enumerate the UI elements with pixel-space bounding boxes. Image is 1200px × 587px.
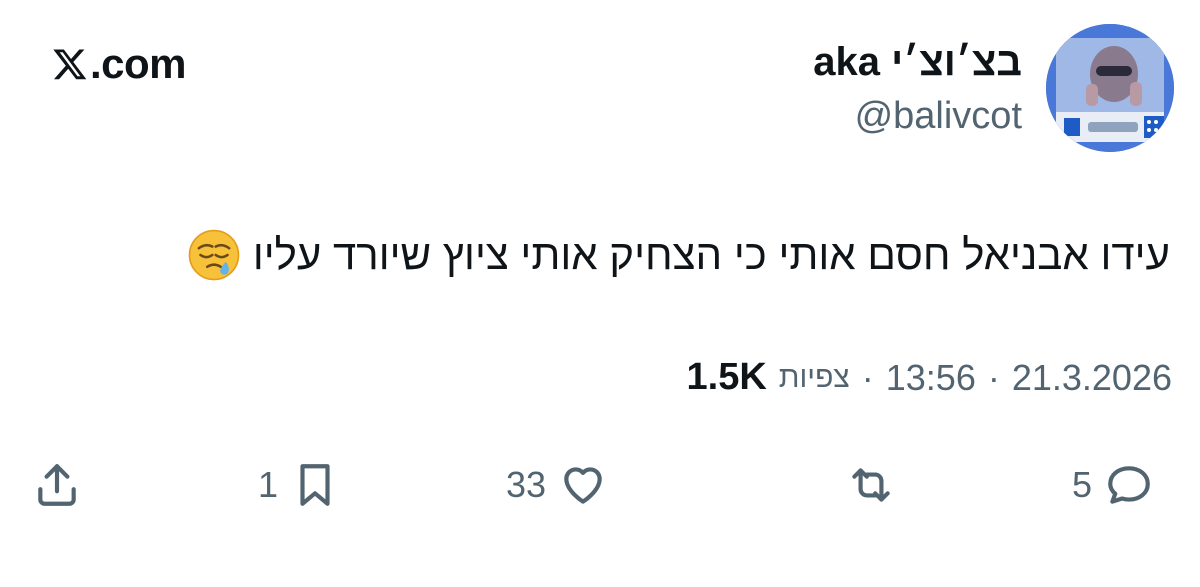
meta-separator-2: · <box>861 356 874 398</box>
author-info[interactable]: בצ׳וצ׳י aka @balivcot <box>813 38 1022 142</box>
author-handle[interactable]: @balivcot <box>813 90 1022 142</box>
like-button[interactable]: 33 <box>506 450 608 520</box>
tweet-date[interactable]: 21.3.2026 <box>1012 357 1172 399</box>
reply-button[interactable]: 5 <box>1072 450 1154 520</box>
tweet-meta: 21.3.2026 · 13:56 · צפיות 1.5K <box>687 356 1173 399</box>
like-count: 33 <box>506 464 547 505</box>
x-logo-icon <box>53 49 87 80</box>
avatar-image <box>1046 24 1174 152</box>
action-bar: 1 33 5 <box>0 450 1200 520</box>
share-icon <box>38 464 76 506</box>
share-button[interactable] <box>32 450 82 520</box>
repost-icon <box>852 468 890 502</box>
views-label: צפיות <box>778 360 850 394</box>
reply-icon <box>1108 466 1150 504</box>
heart-icon <box>564 467 602 504</box>
avatar[interactable] <box>1046 24 1174 152</box>
bookmark-icon <box>300 464 330 506</box>
tweet-time[interactable]: 13:56 <box>886 357 976 399</box>
site-domain: .com <box>90 40 187 87</box>
repost-button[interactable] <box>846 450 896 520</box>
bookmark-button[interactable]: 1 <box>258 450 340 520</box>
meta-separator: · <box>987 356 1000 398</box>
sleepy-face-emoji-icon <box>188 229 240 281</box>
reply-count: 5 <box>1072 464 1093 505</box>
tweet-body: עידו אבניאל חסם אותי כי הצחיק אותי ציוץ … <box>252 231 1170 278</box>
bookmark-count: 1 <box>258 464 279 505</box>
tweet-text: עידו אבניאל חסם אותי כי הצחיק אותי ציוץ … <box>120 225 1170 285</box>
site-logo[interactable]: .com <box>52 36 187 92</box>
views-count[interactable]: 1.5K <box>687 356 767 399</box>
author-display-name[interactable]: בצ׳וצ׳י aka <box>813 38 1022 86</box>
